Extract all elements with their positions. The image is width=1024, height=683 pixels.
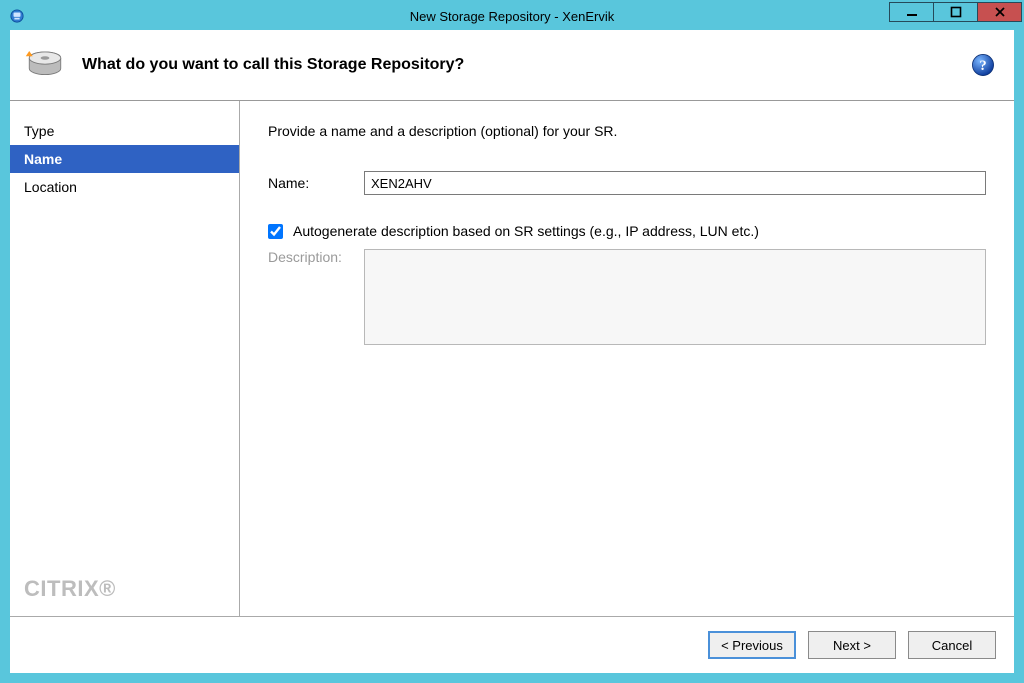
- maximize-button[interactable]: [933, 2, 978, 22]
- description-label: Description:: [268, 249, 364, 265]
- window-frame: New Storage Repository - XenErvik: [0, 0, 1024, 683]
- autogenerate-label: Autogenerate description based on SR set…: [293, 223, 759, 239]
- wizard-heading: What do you want to call this Storage Re…: [82, 56, 464, 74]
- window-controls: [890, 2, 1022, 24]
- wizard-content: Provide a name and a description (option…: [240, 101, 1014, 616]
- wizard-header: What do you want to call this Storage Re…: [10, 30, 1014, 101]
- name-label: Name:: [268, 175, 364, 191]
- description-row: Description:: [268, 249, 986, 345]
- previous-button[interactable]: < Previous: [708, 631, 796, 659]
- step-location[interactable]: Location: [10, 173, 239, 201]
- wizard-body: Type Name Location CITRIX® Provide a nam…: [10, 101, 1014, 616]
- autogenerate-row: Autogenerate description based on SR set…: [268, 223, 986, 239]
- name-row: Name:: [268, 171, 986, 195]
- sr-description-input: [364, 249, 986, 345]
- window-title: New Storage Repository - XenErvik: [2, 9, 1022, 24]
- storage-disk-icon: [24, 48, 66, 82]
- wizard-sidebar: Type Name Location CITRIX®: [10, 101, 240, 616]
- next-button[interactable]: Next >: [808, 631, 896, 659]
- help-icon[interactable]: ?: [970, 52, 996, 78]
- minimize-button[interactable]: [889, 2, 934, 22]
- intro-text: Provide a name and a description (option…: [268, 123, 986, 139]
- step-name[interactable]: Name: [10, 145, 239, 173]
- citrix-brand-logo: CITRIX®: [10, 566, 239, 616]
- svg-text:?: ?: [979, 58, 986, 74]
- close-button[interactable]: [977, 2, 1022, 22]
- wizard-footer: < Previous Next > Cancel: [10, 616, 1014, 673]
- cancel-button[interactable]: Cancel: [908, 631, 996, 659]
- step-type[interactable]: Type: [10, 117, 239, 145]
- autogenerate-checkbox[interactable]: [268, 224, 283, 239]
- sr-name-input[interactable]: [364, 171, 986, 195]
- client-area: What do you want to call this Storage Re…: [10, 30, 1014, 673]
- step-list: Type Name Location: [10, 101, 239, 566]
- title-bar: New Storage Repository - XenErvik: [2, 2, 1022, 30]
